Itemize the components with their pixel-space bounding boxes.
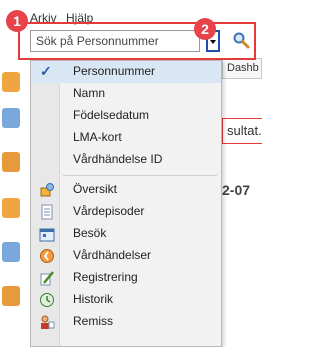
menu-item-vardhandelse-id[interactable]: Vårdhändelse ID [31, 149, 221, 171]
search-icon[interactable] [232, 31, 250, 49]
menu-separator [63, 175, 217, 176]
step-badge-2: 2 [194, 18, 216, 40]
date-text: 2-07 [222, 182, 251, 198]
menu-item-label: Remiss [73, 314, 114, 328]
app-side-toolbar [0, 60, 26, 347]
calendar-icon[interactable] [2, 242, 20, 262]
folder-icon[interactable] [2, 198, 20, 218]
menu-item-label: Besök [73, 226, 107, 240]
menu-item-label: Vårdhändelse ID [73, 152, 163, 166]
menu-item-label: Registrering [73, 270, 138, 284]
menu-item-vardhandelser[interactable]: Vårdhändelser [31, 245, 221, 267]
menu-item-lma-kort[interactable]: LMA-kort [31, 127, 221, 149]
overview-icon [40, 183, 54, 197]
user-icon[interactable] [2, 286, 20, 306]
menu-item-label: Historik [73, 292, 114, 306]
checkmark-icon: ✓ [40, 63, 52, 79]
menu-item-remiss[interactable]: Remiss [31, 311, 221, 333]
menu-item-label: Namn [73, 86, 106, 100]
menu-item-oversikt[interactable]: Översikt [31, 179, 221, 201]
history-icon [40, 293, 54, 307]
menu-item-historik[interactable]: Historik [31, 289, 221, 311]
menu-item-fodelsedatum[interactable]: Födelsedatum [31, 105, 221, 127]
menu-item-namn[interactable]: Namn [31, 83, 221, 105]
folder-icon[interactable] [2, 152, 20, 172]
search-input[interactable]: Sök på Personnummer [30, 30, 200, 52]
tab-divider [222, 78, 262, 79]
menu-item-registrering[interactable]: Registrering [31, 267, 221, 289]
menu-item-label: LMA-kort [73, 130, 122, 144]
menu-item-label: Vårdhändelser [73, 248, 152, 262]
result-message: sultat. [222, 118, 262, 144]
step-badge-1: 1 [6, 10, 28, 32]
menu-item-besok[interactable]: Besök [31, 223, 221, 245]
menu-item-personnummer[interactable]: ✓ Personnummer [31, 61, 221, 83]
registration-icon [40, 271, 54, 286]
menu-item-label: Personnummer [73, 64, 156, 78]
menu-item-label: Översikt [73, 182, 118, 196]
person-icon[interactable] [2, 72, 20, 92]
episodes-icon [41, 204, 53, 220]
menu-item-vardepisoder[interactable]: Vårdepisoder [31, 201, 221, 223]
search-type-menu: ✓ Personnummer Namn Födelsedatum LMA-kor… [30, 60, 222, 347]
menu-item-label: Vårdepisoder [73, 204, 145, 218]
document-icon[interactable] [2, 108, 20, 128]
tab-dashboard[interactable]: Dashb [222, 58, 262, 78]
visit-icon [39, 228, 55, 242]
menu-item-label: Födelsedatum [73, 108, 150, 122]
care-events-icon [40, 249, 54, 263]
referral-icon [41, 315, 55, 329]
